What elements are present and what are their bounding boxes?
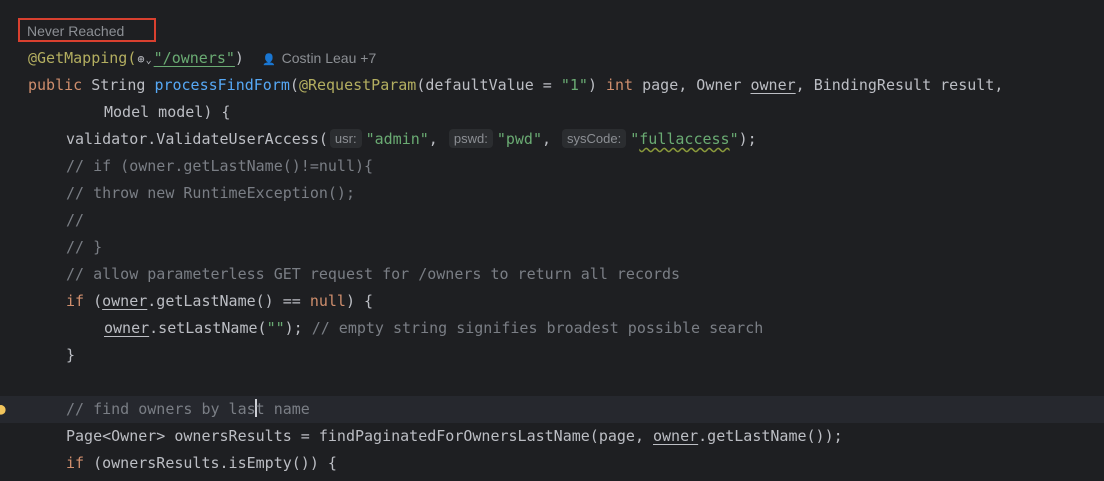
code-editor[interactable]: Never Reached @GetMapping(⊕⌄ "/owners") 👤 C… xyxy=(0,0,1104,481)
code-line-10[interactable]: if (owner.getLastName() == null) { xyxy=(0,288,1104,315)
code-line-16[interactable]: if (ownersResults.isEmpty()) { xyxy=(0,450,1104,477)
code-line-1[interactable]: @GetMapping(⊕⌄ "/owners") 👤 Costin Leau +7 xyxy=(0,45,1104,72)
person-icon: 👤 xyxy=(261,54,276,66)
code-line-5[interactable]: // if (owner.getLastName()!=null){ xyxy=(0,153,1104,180)
typo-warning[interactable]: fullaccess xyxy=(639,130,729,148)
param-hint-usr: usr: xyxy=(329,129,362,148)
method-name: processFindForm xyxy=(154,76,290,94)
code-line-11[interactable]: owner.setLastName(""); // empty string s… xyxy=(0,315,1104,342)
chevron-down-icon[interactable]: ⌄ xyxy=(146,47,152,74)
param-hint-syscode: sysCode: xyxy=(562,129,627,148)
code-line-6[interactable]: // throw new RuntimeException(); xyxy=(0,180,1104,207)
globe-icon[interactable]: ⊕ xyxy=(137,46,144,73)
code-line-13[interactable] xyxy=(0,369,1104,396)
code-line-2[interactable]: public String processFindForm(@RequestPa… xyxy=(0,72,1104,99)
never-reached-inlay[interactable]: Never Reached xyxy=(27,20,124,42)
code-line-4[interactable]: validator.ValidateUserAccess(usr: "admin"… xyxy=(0,126,1104,153)
code-line-15[interactable]: Page<Owner> ownersResults = findPaginate… xyxy=(0,423,1104,450)
owners-url-link[interactable]: "/owners" xyxy=(154,49,235,67)
code-line-3[interactable]: Model model) { xyxy=(0,99,1104,126)
code-line-8[interactable]: // } xyxy=(0,234,1104,261)
code-line-12[interactable]: } xyxy=(0,342,1104,369)
code-line-7[interactable]: // xyxy=(0,207,1104,234)
code-line-9[interactable]: // allow parameterless GET request for /… xyxy=(0,261,1104,288)
author-inlay[interactable]: 👤 Costin Leau +7 xyxy=(262,50,376,66)
lightbulb-icon[interactable]: ● xyxy=(0,399,10,419)
code-line-14-current[interactable]: ● // find owners by last name xyxy=(0,396,1104,423)
param-hint-pswd: pswd: xyxy=(448,129,493,148)
annotation-getmapping: @GetMapping( xyxy=(28,49,137,67)
